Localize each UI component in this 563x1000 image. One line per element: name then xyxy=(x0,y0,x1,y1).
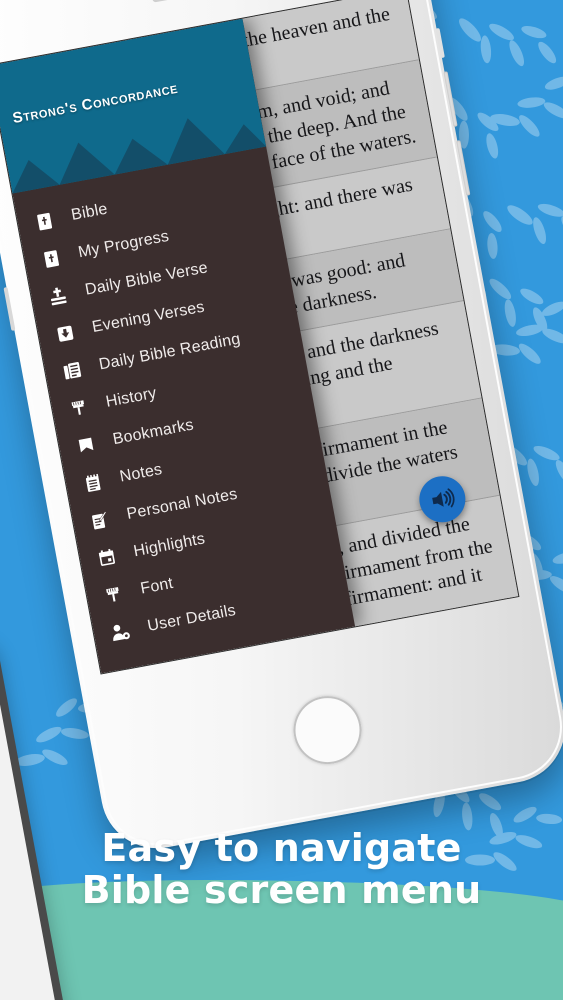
promo-caption: Easy to navigate Bible screen menu xyxy=(0,827,563,912)
bookmark-icon xyxy=(72,431,100,459)
promo-screenshot: In the beginning God created the heaven … xyxy=(0,0,563,1000)
book-pages-icon xyxy=(58,357,86,385)
menu-item-label: User Details xyxy=(146,601,238,635)
upload-cross-icon xyxy=(44,282,72,310)
brush-icon xyxy=(99,581,127,609)
caption-line-2: Bible screen menu xyxy=(81,868,482,913)
menu-item-label: Bookmarks xyxy=(111,416,196,449)
menu-item-label: Font xyxy=(139,574,175,598)
brush-icon xyxy=(65,394,93,422)
menu-item-label: Highlights xyxy=(132,530,207,561)
menu-item-label: Bible xyxy=(69,200,109,224)
bible-book-icon xyxy=(30,207,58,235)
bible-book-icon xyxy=(37,245,65,273)
download-box-icon xyxy=(51,319,79,347)
calendar-icon xyxy=(92,543,120,571)
menu-item-label: Notes xyxy=(118,461,164,486)
menu-item-label: History xyxy=(104,384,158,411)
user-gear-icon xyxy=(106,618,134,646)
speaker-icon xyxy=(432,488,455,508)
menu-item-label: My Progress xyxy=(76,227,171,262)
note-pencil-icon xyxy=(85,506,113,534)
notepad-icon xyxy=(79,469,107,497)
caption-line-1: Easy to navigate xyxy=(101,825,462,870)
